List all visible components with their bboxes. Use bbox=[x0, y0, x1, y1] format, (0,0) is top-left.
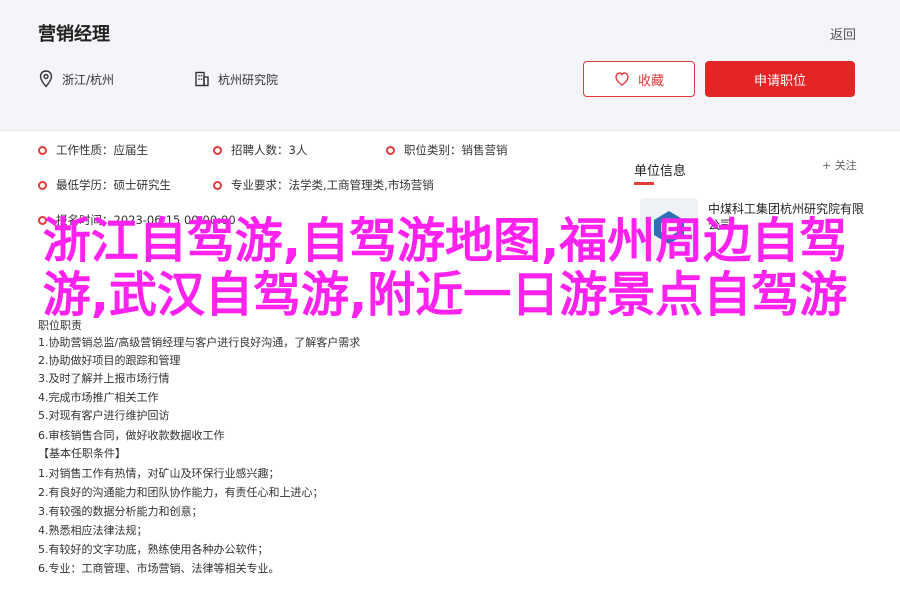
duty-line: 3.及时了解并上报市场行情 bbox=[38, 372, 170, 385]
overlay-headline: 浙江自驾游,自驾游地图,福州周边自驾游,武汉自驾游,附近一日游景点自驾游 bbox=[42, 213, 848, 323]
bullet-icon bbox=[213, 145, 222, 155]
info-item: 专业要求： 法学类,工商管理类,市场营销 bbox=[213, 177, 434, 193]
follow-button[interactable]: + 关注 bbox=[822, 157, 857, 173]
info-label: 招聘人数： bbox=[231, 143, 289, 157]
bullet-icon bbox=[213, 180, 222, 190]
info-item: 职位类别： 销售营销 bbox=[386, 142, 508, 158]
info-value: 法学类,工商管理类,市场营销 bbox=[288, 178, 434, 192]
info-label: 专业要求： bbox=[231, 178, 289, 192]
info-label: 职位类别： bbox=[404, 143, 462, 157]
requirement-line: 5.有较好的文字功底，熟练使用各种办公软件； bbox=[38, 543, 269, 556]
favorite-label: 收藏 bbox=[637, 73, 664, 89]
requirements-header: 【基本任职条件】 bbox=[38, 447, 126, 460]
info-value: 销售营销 bbox=[461, 143, 508, 157]
duty-line: 6.审核销售合同，做好收款数据收工作 bbox=[38, 429, 225, 442]
duty-line: 1.协助营销总监/高级营销经理与客户进行良好沟通，了解客户需求 bbox=[38, 336, 361, 349]
location-pin-icon bbox=[38, 70, 54, 88]
info-value: 3人 bbox=[288, 143, 308, 157]
job-meta: 浙江/杭州 杭州研究院 bbox=[38, 70, 278, 88]
info-value: 应届生 bbox=[113, 143, 149, 157]
job-header: 营销经理 返回 浙江/杭州 杭州研究院 收藏 申请职位 bbox=[0, 0, 900, 131]
job-title: 营销经理 bbox=[38, 24, 110, 45]
info-item: 工作性质： 应届生 bbox=[38, 142, 148, 158]
back-link[interactable]: 返回 bbox=[830, 24, 856, 43]
heart-icon bbox=[614, 71, 630, 87]
requirement-line: 2.有良好的沟通能力和团队协作能力，有责任心和上进心； bbox=[38, 486, 324, 499]
requirement-line: 1.对销售工作有热情，对矿山及环保行业感兴趣； bbox=[38, 467, 280, 480]
requirement-line: 6.专业：工商管理、市场营销、法律等相关专业。 bbox=[38, 562, 280, 575]
requirement-line: 4.熟悉相应法律法规； bbox=[38, 524, 148, 537]
info-value: 硕士研究生 bbox=[113, 178, 172, 192]
info-item: 招聘人数： 3人 bbox=[213, 142, 307, 158]
apply-button[interactable]: 申请职位 bbox=[705, 61, 855, 97]
info-label: 工作性质： bbox=[56, 143, 114, 157]
bullet-icon bbox=[38, 145, 47, 155]
building-icon bbox=[194, 70, 210, 88]
unit-title-underline bbox=[634, 182, 654, 185]
job-location: 浙江/杭州 bbox=[62, 72, 115, 87]
unit-section-title: 单位信息 bbox=[634, 164, 687, 179]
bullet-icon bbox=[38, 180, 47, 190]
requirement-line: 3.有较强的数据分析能力和创意； bbox=[38, 505, 203, 518]
bullet-icon bbox=[386, 145, 395, 155]
duty-line: 2.协助做好项目的跟踪和管理 bbox=[38, 354, 181, 367]
job-company-short: 杭州研究院 bbox=[218, 72, 279, 87]
favorite-button[interactable]: 收藏 bbox=[583, 61, 695, 97]
duty-line: 4.完成市场推广相关工作 bbox=[38, 391, 159, 404]
duty-line: 5.对现有客户进行维护回访 bbox=[38, 409, 170, 422]
info-label: 最低学历： bbox=[56, 178, 114, 192]
info-item: 最低学历： 硕士研究生 bbox=[38, 177, 171, 193]
